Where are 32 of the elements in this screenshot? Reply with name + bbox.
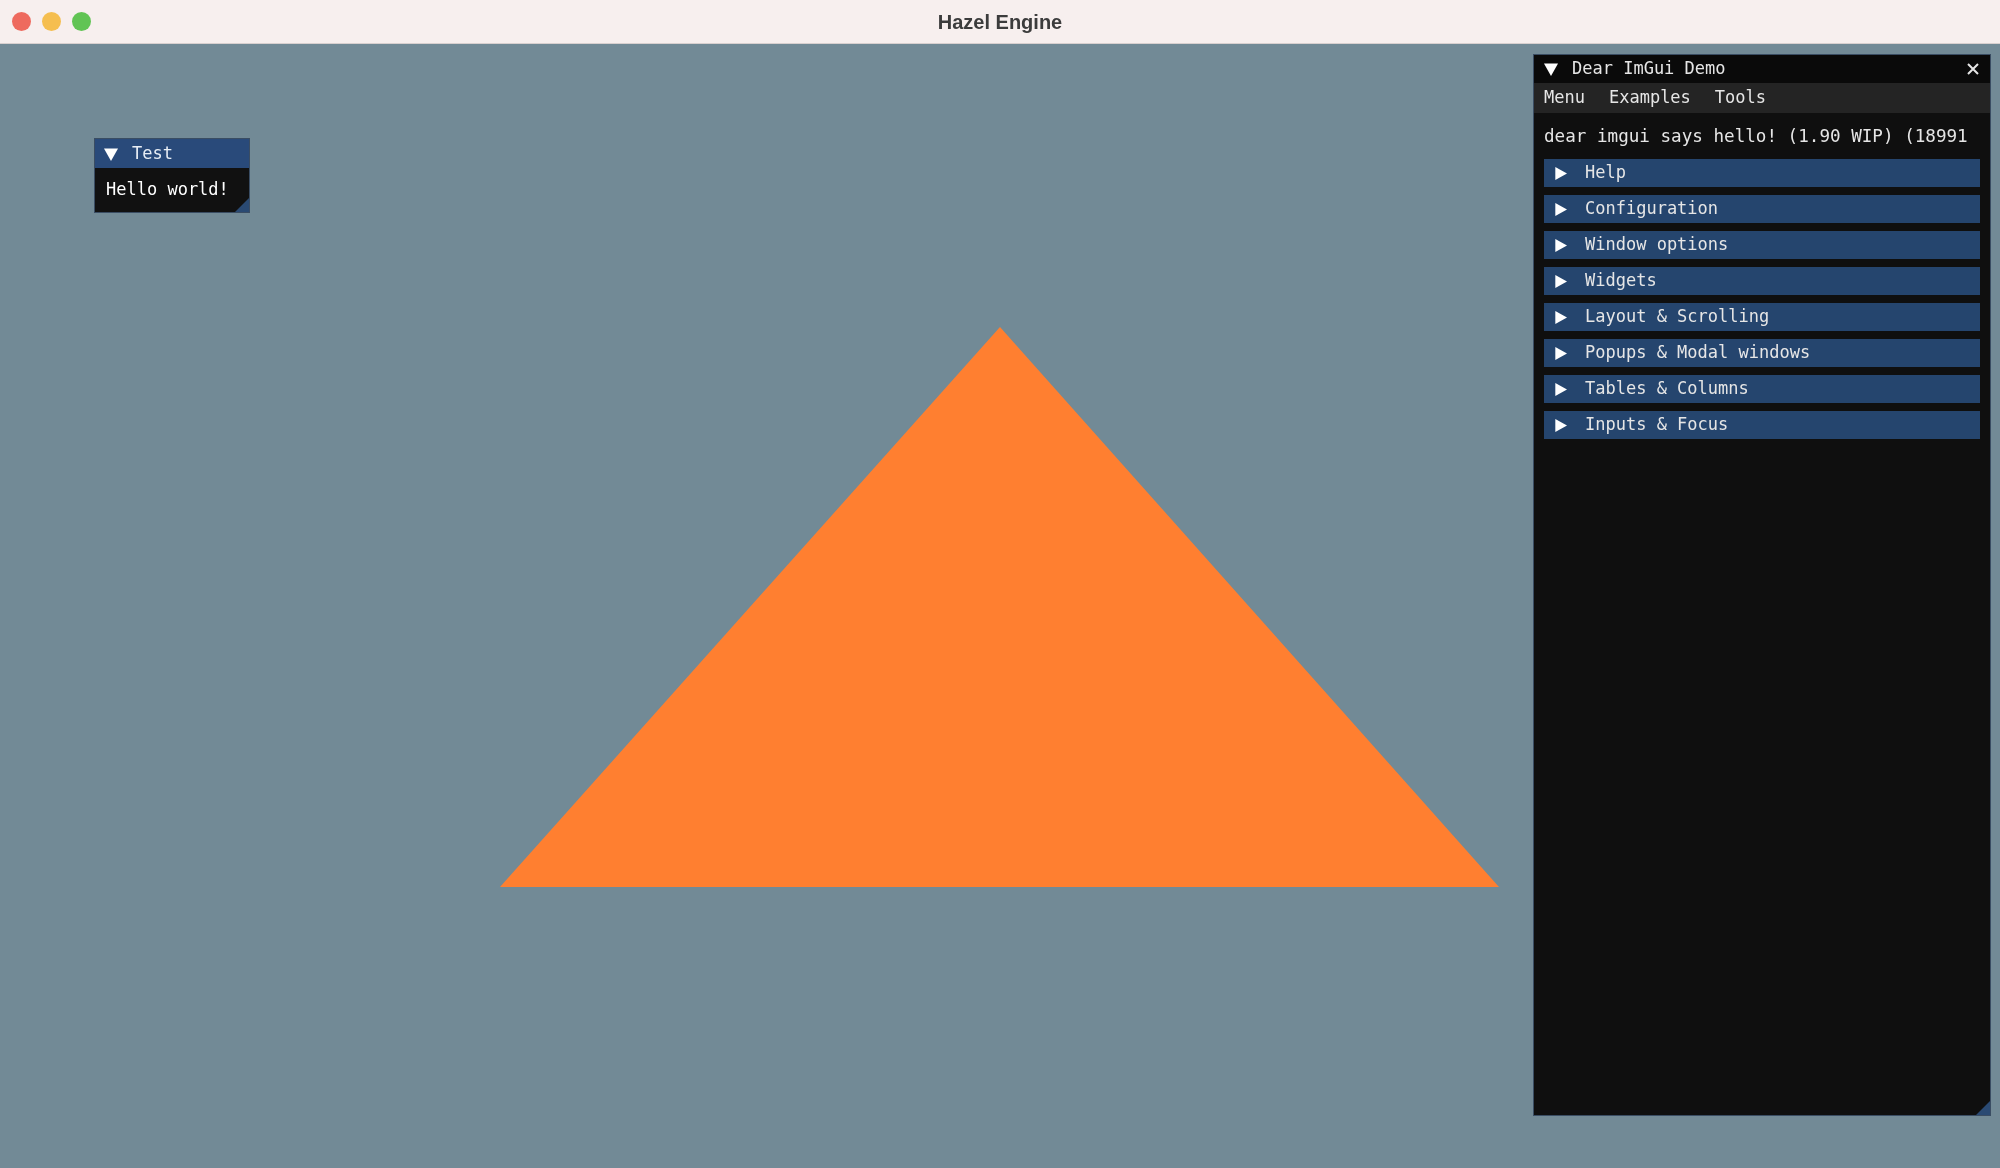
triangle-down-icon[interactable] (104, 146, 118, 161)
demo-window-titlebar[interactable]: Dear ImGui Demo (1534, 55, 1990, 83)
menu-item[interactable]: Tools (1714, 85, 1767, 111)
collapsing-header[interactable]: Layout & Scrolling (1544, 303, 1980, 331)
hello-text: Hello world! (106, 178, 229, 202)
hello-text: dear imgui says hello! (1.90 WIP) (18991 (1544, 124, 1968, 148)
collapsing-header[interactable]: Window options (1544, 231, 1980, 259)
collapsing-header[interactable]: Help (1544, 159, 1980, 187)
test-window-title: Test (132, 141, 173, 165)
triangle-right-icon[interactable] (1554, 274, 1567, 288)
collapsing-header[interactable]: Configuration (1544, 195, 1980, 223)
triangle-right-icon[interactable] (1554, 382, 1567, 396)
collapsing-header[interactable]: Popups & Modal windows (1544, 339, 1980, 367)
collapsing-header[interactable]: Tables & Columns (1544, 375, 1980, 403)
menu-item[interactable]: Menu (1544, 85, 1585, 111)
triangle-right-icon[interactable] (1554, 238, 1567, 252)
close-icon[interactable] (1966, 62, 1980, 76)
collapsing-header[interactable]: Inputs & Focus (1544, 411, 1980, 439)
resize-grip-icon[interactable] (235, 198, 249, 212)
test-window-titlebar[interactable]: Test (95, 139, 249, 168)
resize-grip-icon[interactable] (1976, 1101, 1990, 1115)
collapsing-header[interactable]: Widgets (1544, 267, 1980, 295)
window-title: Hazel Engine (937, 9, 1063, 35)
triangle-right-icon[interactable] (1554, 346, 1567, 360)
close-window-button[interactable] (12, 12, 31, 31)
triangle-right-icon[interactable] (1554, 166, 1567, 180)
triangle-right-icon[interactable] (1554, 310, 1567, 324)
menu-item[interactable]: Examples (1608, 85, 1691, 111)
triangle-right-icon[interactable] (1554, 202, 1567, 216)
demo-window-title: Dear ImGui Demo (1572, 57, 1727, 81)
triangle-down-icon[interactable] (1544, 62, 1558, 76)
triangle-right-icon[interactable] (1554, 418, 1567, 432)
